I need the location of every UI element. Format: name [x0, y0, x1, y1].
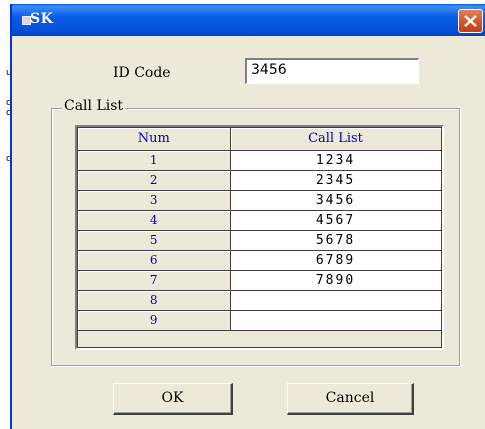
table-row[interactable]: 4 4567	[78, 210, 442, 231]
title-bar[interactable]: SK	[12, 4, 485, 36]
window-title: SK	[30, 11, 54, 27]
table-row[interactable]: 9	[78, 310, 442, 331]
table-row[interactable]: 5 5678	[78, 230, 442, 251]
call-number-cell[interactable]	[230, 290, 442, 311]
call-number-cell[interactable]: 1234	[230, 150, 442, 171]
column-header-num[interactable]: Num	[78, 128, 231, 151]
call-number-cell[interactable]: 3456	[230, 190, 442, 211]
cancel-button[interactable]: Cancel	[287, 383, 414, 415]
call-list-group-title: Call List	[62, 98, 126, 114]
grid-frame: Num Call List 1 1234 2 2345 3 3456 4 456…	[77, 127, 442, 348]
table-row[interactable]: 2 2345	[78, 170, 442, 191]
call-number-cell[interactable]	[230, 310, 442, 331]
table-row[interactable]: 6 6789	[78, 250, 442, 271]
row-number-cell: 8	[78, 290, 231, 311]
id-code-label: ID Code	[113, 65, 171, 81]
close-icon	[464, 15, 477, 27]
call-list-table: Num Call List 1 1234 2 2345 3 3456 4 456…	[78, 128, 442, 331]
call-number-cell[interactable]: 2345	[230, 170, 442, 191]
table-row[interactable]: 8	[78, 290, 442, 311]
row-number-cell: 3	[78, 190, 231, 211]
row-number-cell: 7	[78, 270, 231, 291]
close-button[interactable]	[458, 9, 483, 33]
screen: u c c c SK ID Code 3456 Call List Num Ca…	[0, 0, 485, 429]
call-list-grid[interactable]: Num Call List 1 1234 2 2345 3 3456 4 456…	[75, 125, 444, 350]
table-row[interactable]: 1 1234	[78, 150, 442, 171]
call-number-cell[interactable]: 4567	[230, 210, 442, 231]
table-row[interactable]: 7 7890	[78, 270, 442, 291]
ok-button[interactable]: OK	[113, 383, 233, 415]
header-row: Num Call List	[78, 128, 442, 151]
call-number-cell[interactable]: 5678	[230, 230, 442, 251]
row-number-cell: 4	[78, 210, 231, 231]
row-number-cell: 9	[78, 310, 231, 331]
row-number-cell: 2	[78, 170, 231, 191]
table-row[interactable]: 3 3456	[78, 190, 442, 211]
row-number-cell: 1	[78, 150, 231, 171]
row-number-cell: 6	[78, 250, 231, 271]
call-number-cell[interactable]: 7890	[230, 270, 442, 291]
id-code-input[interactable]: 3456	[245, 58, 419, 84]
row-number-cell: 5	[78, 230, 231, 251]
call-number-cell[interactable]: 6789	[230, 250, 442, 271]
column-header-call-list[interactable]: Call List	[230, 128, 442, 151]
